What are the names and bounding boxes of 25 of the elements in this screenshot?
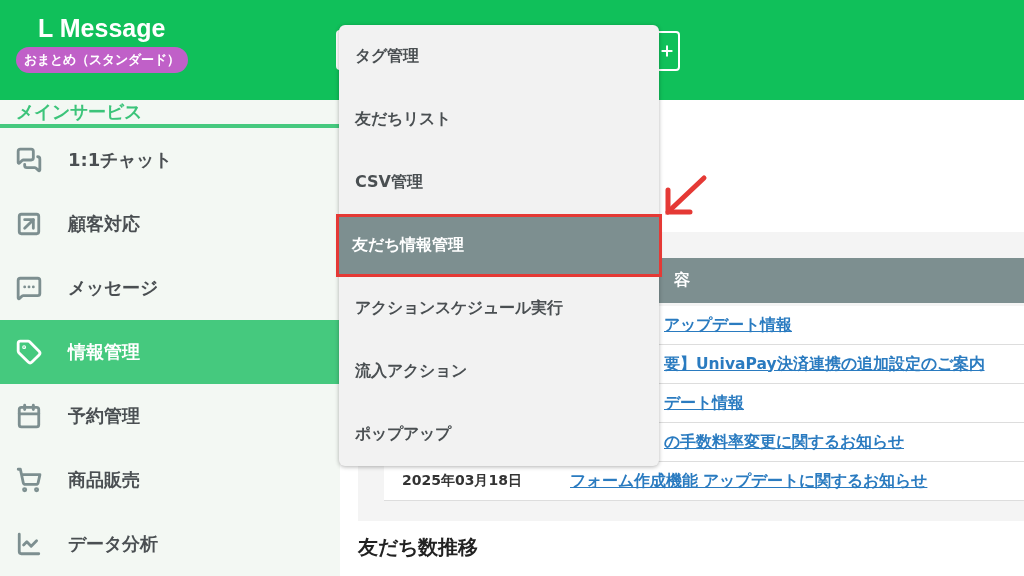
logo: L Message bbox=[37, 14, 166, 43]
news-link[interactable]: の手数料率変更に関するお知らせ bbox=[664, 431, 904, 453]
plus-icon bbox=[659, 43, 675, 59]
news-link[interactable]: 要】UnivaPay決済連携の追加設定のご案内 bbox=[664, 353, 985, 375]
menu-item[interactable]: 友だちリスト bbox=[339, 88, 659, 151]
section-heading: 友だち数推移 bbox=[358, 535, 479, 559]
chat-icon bbox=[16, 147, 42, 173]
sidebar-item[interactable]: データ分析 bbox=[0, 512, 340, 576]
news-date: 2025年03月18日 bbox=[402, 472, 523, 490]
news-link[interactable]: アップデート情報 bbox=[664, 314, 792, 336]
cart-icon bbox=[16, 467, 42, 493]
menu-item[interactable]: ポップアップ bbox=[339, 403, 659, 466]
menu-item[interactable]: 流入アクション bbox=[339, 340, 659, 403]
news-link[interactable]: フォーム作成機能 アップデートに関するお知らせ bbox=[570, 470, 928, 492]
sidebar-item[interactable]: 1:1チャット bbox=[0, 128, 340, 192]
chart-icon bbox=[16, 531, 42, 557]
menu-item[interactable]: タグ管理 bbox=[339, 25, 659, 88]
sidebar-item[interactable]: 商品販売 bbox=[0, 448, 340, 512]
sidebar-item[interactable]: 予約管理 bbox=[0, 384, 340, 448]
menu-item[interactable]: CSV管理 bbox=[339, 151, 659, 214]
tag-icon bbox=[16, 339, 42, 365]
news-link[interactable]: デート情報 bbox=[664, 392, 744, 414]
speech-bubble-icon bbox=[16, 275, 42, 301]
plan-badge: おまとめ（スタンダード） bbox=[16, 47, 188, 73]
calendar-icon bbox=[16, 403, 42, 429]
